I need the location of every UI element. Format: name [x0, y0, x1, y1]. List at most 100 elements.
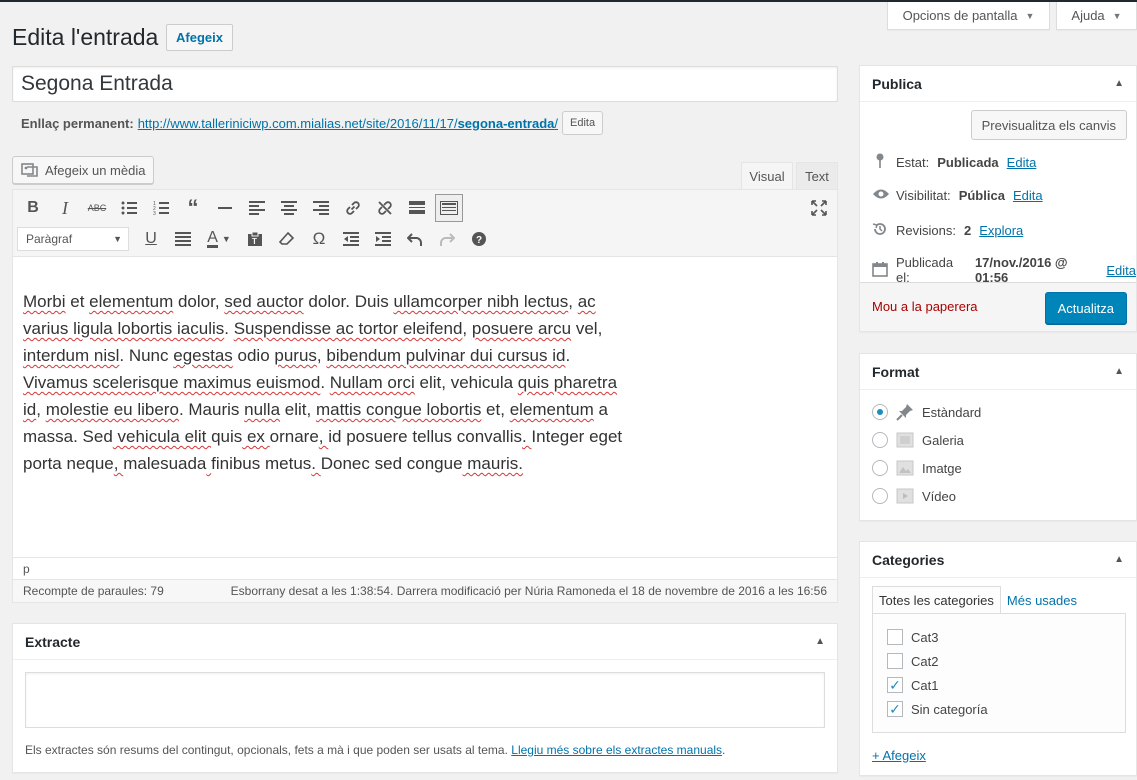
caret-down-icon: ▼ [1025, 10, 1035, 21]
align-center-icon[interactable] [273, 194, 305, 222]
paste-text-icon[interactable]: T [239, 225, 271, 253]
content-text: Integer eget [531, 427, 623, 446]
add-category-link[interactable]: + Afegeix [872, 748, 926, 763]
tab-text[interactable]: Text [796, 162, 838, 190]
redo-icon[interactable] [431, 225, 463, 253]
text-color-icon[interactable]: A ▼ [199, 225, 239, 253]
radio-button[interactable] [872, 488, 888, 504]
edit-permalink-button[interactable]: Edita [562, 111, 604, 135]
content-line: interdum nisl. Nunc egestas odio purus, … [23, 342, 643, 369]
add-media-button[interactable]: Afegeix un mèdia [12, 156, 155, 184]
content-line: Morbi et elementum dolor, sed auctor dol… [23, 288, 643, 315]
link-icon[interactable] [337, 194, 369, 222]
category-label: Cat3 [911, 629, 939, 645]
spell-flagged-text: mattis congue lobortis [315, 400, 482, 419]
radio-button[interactable] [872, 432, 888, 448]
category-item[interactable]: Cat2 [887, 653, 938, 669]
editor-toolbar: B I ABC 123 “ Paràgraf ▼ U A ▼ T Ω ? [13, 190, 837, 257]
content-text: quis [211, 427, 243, 446]
indent-icon[interactable] [367, 225, 399, 253]
excerpt-header[interactable]: Extracte ▲ [13, 624, 837, 660]
excerpt-help-link[interactable]: Llegiu més sobre els extractes manuals [511, 743, 722, 757]
undo-icon[interactable] [399, 225, 431, 253]
strikethrough-icon[interactable]: ABC [81, 194, 113, 222]
permalink-slash: / [554, 115, 558, 131]
edit-date-link[interactable]: Edita [1106, 263, 1136, 278]
bullet-list-icon[interactable] [113, 194, 145, 222]
numbered-list-icon[interactable]: 123 [145, 194, 177, 222]
checkbox[interactable]: ✓ [887, 701, 903, 717]
underline-icon[interactable]: U [135, 225, 167, 253]
permalink-row: Enllaç permanent: http://www.tallerinici… [21, 111, 604, 135]
spell-flagged-text: Nullam orci [329, 373, 415, 392]
content-text: vel, [571, 319, 603, 338]
align-right-icon[interactable] [305, 194, 337, 222]
browse-revisions-link[interactable]: Explora [979, 223, 1023, 238]
permalink-link[interactable]: http://www.talleriniciwp.com.mialias.net… [138, 116, 558, 131]
excerpt-textarea[interactable] [25, 672, 825, 728]
update-button[interactable]: Actualitza [1044, 292, 1127, 324]
editor-status-bar: Recompte de paraules: 79 Esborrany desat… [13, 579, 837, 602]
help-button[interactable]: Ajuda ▼ [1056, 2, 1137, 30]
help-circle-icon[interactable]: ? [463, 225, 495, 253]
read-more-icon[interactable] [401, 194, 433, 222]
format-option[interactable]: Galeria [872, 431, 964, 449]
format-select[interactable]: Paràgraf ▼ [17, 227, 129, 251]
unlink-icon[interactable] [369, 194, 401, 222]
format-option[interactable]: Vídeo [872, 487, 956, 505]
publish-header[interactable]: Publica ▲ [860, 66, 1136, 102]
editor-content[interactable]: Morbi et elementum dolor, sed auctor dol… [23, 288, 643, 477]
revisions-value: 2 [963, 223, 972, 238]
checkbox[interactable] [887, 629, 903, 645]
fullscreen-icon[interactable] [803, 194, 835, 222]
bold-icon[interactable]: B [17, 194, 49, 222]
tab-visual[interactable]: Visual [741, 162, 793, 190]
checkbox[interactable]: ✓ [887, 677, 903, 693]
outdent-icon[interactable] [335, 225, 367, 253]
special-character-icon[interactable]: Ω [303, 225, 335, 253]
content-text: et, [481, 400, 510, 419]
collapse-toggle-icon[interactable]: ▲ [1114, 78, 1124, 89]
collapse-toggle-icon[interactable]: ▲ [1114, 366, 1124, 377]
add-new-button[interactable]: Afegeix [166, 24, 233, 51]
format-option-label: Estàndard [922, 404, 982, 420]
category-item[interactable]: ✓ Cat1 [887, 677, 938, 693]
category-item[interactable]: ✓ Sin categoría [887, 701, 988, 717]
format-option-label: Imatge [922, 460, 962, 476]
editor: B I ABC 123 “ Paràgraf ▼ U A ▼ T Ω ? Mor… [12, 189, 838, 603]
spell-flagged-text: varius ligula lobortis iaculis [23, 319, 225, 338]
clear-formatting-icon[interactable] [271, 225, 303, 253]
justify-icon[interactable] [167, 225, 199, 253]
content-text: , [568, 292, 578, 311]
image-icon [896, 459, 914, 477]
category-item[interactable]: Cat3 [887, 629, 938, 645]
categories-header[interactable]: Categories ▲ [860, 542, 1136, 578]
checkbox[interactable] [887, 653, 903, 669]
move-to-trash-link[interactable]: Mou a la paperera [872, 299, 978, 314]
italic-icon[interactable]: I [49, 194, 81, 222]
horizontal-line-icon[interactable] [209, 194, 241, 222]
format-header[interactable]: Format ▲ [860, 354, 1136, 390]
tab-all-categories[interactable]: Totes les categories [872, 586, 1001, 614]
preview-changes-button[interactable]: Previsualitza els canvis [970, 110, 1127, 140]
toolbar-toggle-icon[interactable] [435, 194, 463, 222]
status-label: Estat: [896, 155, 930, 170]
format-option[interactable]: Estàndard [872, 403, 981, 421]
content-text: , [462, 319, 472, 338]
blockquote-icon[interactable]: “ [177, 194, 209, 222]
edit-status-link[interactable]: Edita [1007, 155, 1037, 170]
visibility-row: Visibilitat: Pública Edita [872, 187, 1043, 203]
collapse-toggle-icon[interactable]: ▲ [1114, 554, 1124, 565]
tab-most-used[interactable]: Més usades [1001, 586, 1083, 614]
collapse-toggle-icon[interactable]: ▲ [815, 636, 825, 647]
radio-button[interactable] [872, 460, 888, 476]
format-option[interactable]: Imatge [872, 459, 962, 477]
content-text: , [36, 400, 46, 419]
radio-button[interactable] [872, 404, 888, 420]
edit-visibility-link[interactable]: Edita [1013, 188, 1043, 203]
screen-options-button[interactable]: Opcions de pantalla ▼ [887, 2, 1050, 30]
publish-actions: Mou a la paperera Actualitza [860, 282, 1136, 331]
visibility-value: Pública [958, 187, 1005, 203]
align-left-icon[interactable] [241, 194, 273, 222]
post-title-input[interactable]: Segona Entrada [12, 66, 838, 102]
